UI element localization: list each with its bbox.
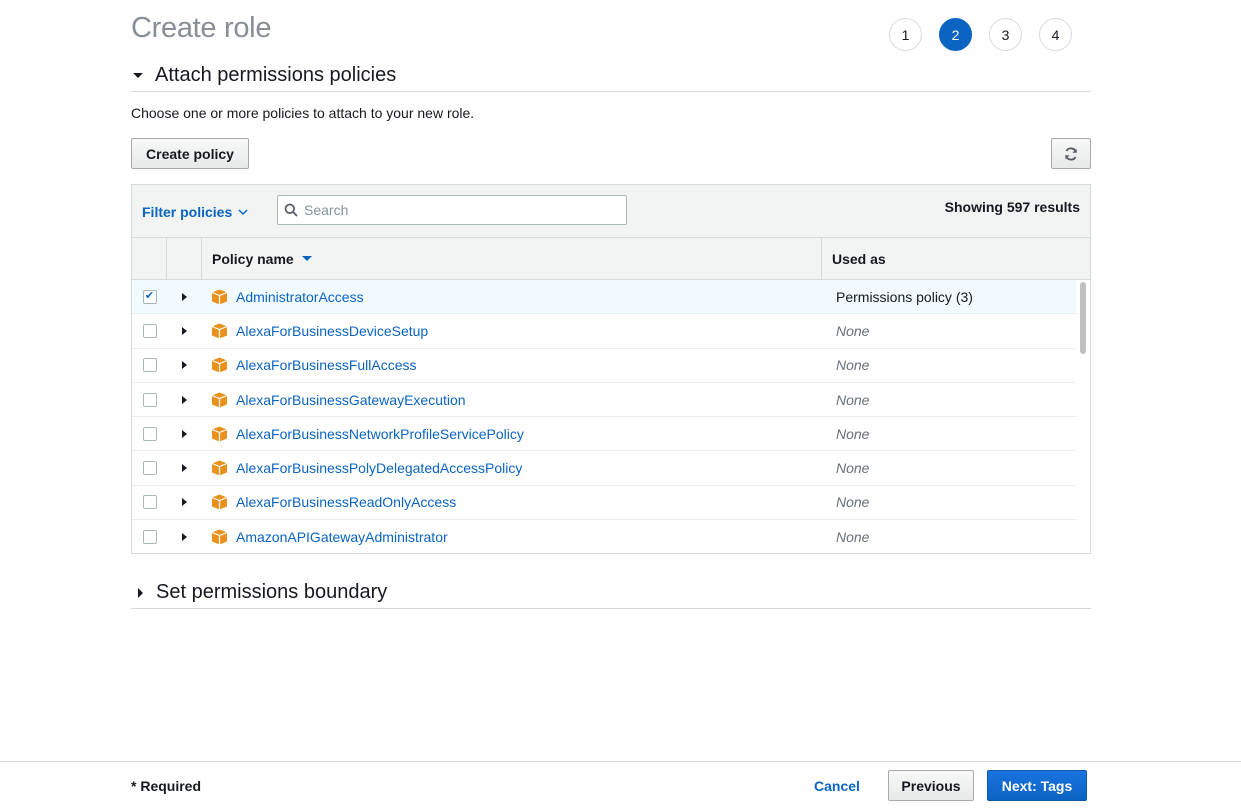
expand-row-icon[interactable] [182,361,187,370]
package-icon [211,426,228,442]
caret-down-icon [133,73,143,78]
page-title: Create role [131,12,272,44]
used-as-value: None [836,494,870,511]
refresh-icon [1065,146,1077,161]
used-as-value: None [836,391,870,408]
table-row[interactable]: AlexaForBusinessReadOnlyAccess None [132,486,1076,521]
attach-section-description: Choose one or more policies to attach to… [131,105,475,121]
table-row[interactable]: AlexaForBusinessDeviceSetup None [132,314,1076,349]
used-as-value: None [836,425,870,442]
header-select-column [132,238,167,279]
used-as-value: None [836,460,870,477]
row-checkbox[interactable] [142,323,157,338]
row-checkbox[interactable] [142,495,157,510]
package-icon [211,392,228,408]
row-checkbox[interactable] [142,392,157,407]
step-4[interactable]: 4 [1039,18,1072,51]
used-as-value: None [836,357,870,374]
step-2[interactable]: 2 [939,18,972,51]
row-checkbox[interactable] [142,529,157,544]
attach-section-header[interactable]: Attach permissions policies [131,64,1091,92]
table-row[interactable]: AlexaForBusinessFullAccess None [132,349,1076,383]
expand-row-icon[interactable] [182,498,187,507]
header-used-as: Used as [822,238,1090,279]
used-as-value: Permissions policy (3) [836,288,973,305]
table-row[interactable]: AlexaForBusinessNetworkProfileServicePol… [132,417,1076,452]
package-icon [211,289,228,305]
row-checkbox[interactable] [142,461,157,476]
refresh-button[interactable] [1051,138,1091,169]
expand-row-icon[interactable] [182,429,187,438]
row-checkbox[interactable] [142,358,157,373]
table-row[interactable]: AlexaForBusinessGatewayExecution None [132,383,1076,418]
policy-name-link[interactable]: AlexaForBusinessDeviceSetup [236,323,428,339]
boundary-section-header[interactable]: Set permissions boundary [131,581,1091,609]
package-icon [211,460,228,476]
expand-row-icon[interactable] [182,532,187,541]
table-row[interactable]: AlexaForBusinessPolyDelegatedAccessPolic… [132,451,1076,486]
policies-table: Filter policies Showing 597 results Poli… [131,184,1091,554]
results-count: Showing 597 results [944,199,1080,215]
used-as-value: None [836,528,870,545]
filter-policies-label: Filter policies [142,204,233,220]
search-icon [284,203,298,217]
table-header: Policy name Used as [132,238,1090,280]
sort-descending-icon[interactable] [301,256,312,261]
attach-section-title: Attach permissions policies [155,64,397,86]
cancel-link[interactable]: Cancel [814,778,860,794]
search-box[interactable] [277,195,627,225]
required-note: * Required [131,778,202,794]
used-as-value: None [836,322,870,339]
header-policy-name[interactable]: Policy name [202,238,822,279]
table-row[interactable]: ✔ AdministratorAccess Permissions policy (… [132,280,1076,315]
package-icon [211,357,228,373]
policy-name-link[interactable]: AlexaForBusinessReadOnlyAccess [236,494,456,510]
used-as-header-label: Used as [832,250,886,267]
policy-name-link[interactable]: AlexaForBusinessPolyDelegatedAccessPolic… [236,460,522,476]
filter-bar: Filter policies Showing 597 results [132,185,1090,238]
row-checkbox[interactable] [142,426,157,441]
policy-name-link[interactable]: AmazonAPIGatewayAdministrator [236,529,448,545]
caret-right-icon [138,587,143,598]
previous-button[interactable]: Previous [888,770,974,801]
header-expand-column [167,238,202,279]
row-checkbox[interactable]: ✔ [142,289,157,304]
create-policy-button[interactable]: Create policy [131,138,249,169]
expand-row-icon[interactable] [182,395,187,404]
expand-row-icon[interactable] [182,464,187,473]
search-input[interactable] [302,201,606,219]
next-button[interactable]: Next: Tags [987,770,1087,801]
policy-name-link[interactable]: AdministratorAccess [236,289,364,305]
footer: * Required Cancel Previous Next: Tags [0,761,1241,810]
policy-name-link[interactable]: AlexaForBusinessFullAccess [236,357,417,373]
policy-name-link[interactable]: AlexaForBusinessNetworkProfileServicePol… [236,426,524,442]
table-scrollbar[interactable] [1080,282,1086,354]
step-1[interactable]: 1 [889,18,922,51]
table-body: ✔ AdministratorAccess Permissions policy (… [132,280,1090,553]
chevron-down-icon [238,208,248,215]
expand-row-icon[interactable] [182,292,187,301]
policy-name-header-label: Policy name [212,250,294,267]
expand-row-icon[interactable] [182,326,187,335]
step-3[interactable]: 3 [989,18,1022,51]
filter-policies-dropdown[interactable]: Filter policies [142,204,248,220]
policy-name-link[interactable]: AlexaForBusinessGatewayExecution [236,392,466,408]
boundary-section-title: Set permissions boundary [156,581,388,603]
wizard-steps: 1 2 3 4 [889,18,1072,51]
package-icon [211,529,228,545]
package-icon [211,494,228,510]
table-row[interactable]: AmazonAPIGatewayAdministrator None [132,520,1076,553]
package-icon [211,323,228,339]
